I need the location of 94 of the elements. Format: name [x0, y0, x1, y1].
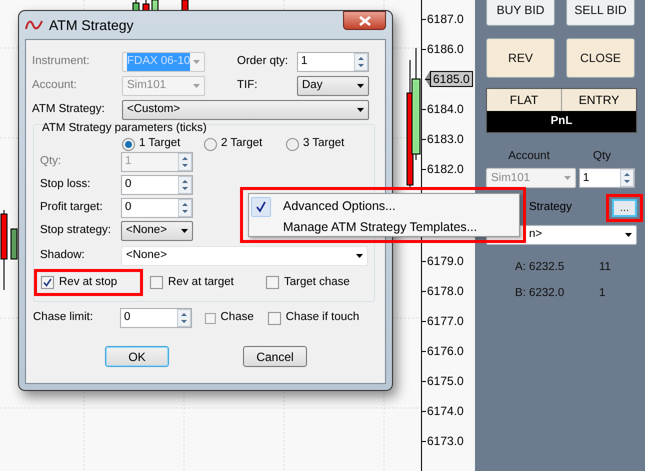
window-title: ATM Strategy	[49, 16, 134, 35]
spin-arrows-icon	[178, 199, 192, 217]
order-button[interactable]: SELL BID	[566, 0, 635, 26]
caret-icon	[193, 84, 200, 88]
price-label: 6179.0	[427, 253, 464, 270]
price-label: 6177.0	[427, 313, 464, 330]
field-label: Chase limit:	[32, 310, 94, 326]
radio-button-icon	[286, 138, 299, 150]
pnl-label: PnL	[487, 111, 636, 132]
checkbox-icon	[150, 276, 164, 290]
order-quantity: 11	[599, 260, 611, 275]
checkbox[interactable]: Rev at stop	[34, 269, 144, 296]
candle	[182, 0, 188, 12]
qty-field[interactable]: 1	[578, 168, 635, 188]
caret-icon	[625, 232, 632, 237]
order-price: B: 6232.0	[515, 286, 566, 301]
caret-icon	[564, 176, 571, 180]
position-label: FLAT	[508, 92, 540, 109]
checkbox-icon	[204, 312, 216, 324]
caret-icon	[193, 60, 200, 64]
field-label: Shadow:	[40, 248, 86, 264]
order-price: A: 6232.5	[515, 260, 566, 275]
price-label: 6178.0	[427, 283, 464, 300]
checkbox-icon	[41, 276, 54, 290]
checkbox-icon	[268, 312, 281, 324]
field-label: Order qty:	[237, 54, 290, 70]
field-label: Profit target:	[40, 200, 104, 216]
price-label: 6187.0	[427, 11, 464, 28]
profit-target-field[interactable]: 0	[121, 198, 193, 218]
price-label: 6186.0	[427, 41, 464, 58]
more-options-button[interactable]: ...	[612, 198, 637, 217]
strategy-label: Strategy	[529, 200, 572, 216]
tif-dropdown[interactable]: Day	[297, 76, 369, 96]
close-icon	[358, 16, 370, 26]
stop-strategy-dropdown[interactable]: <None>	[121, 221, 193, 241]
target-radio[interactable]: 3 Target	[286, 135, 368, 153]
cancel-button[interactable]: Cancel	[243, 346, 307, 367]
radio-button-icon	[204, 138, 217, 150]
target-radio[interactable]: 2 Target	[204, 135, 286, 153]
order-button[interactable]: BUY BID	[486, 0, 555, 26]
checkmark-icon	[256, 200, 266, 212]
caret-icon	[357, 108, 364, 112]
field-label: Instrument:	[32, 54, 91, 70]
candle	[132, 0, 140, 12]
qty-label: Qty	[592, 149, 612, 164]
spin-arrows-icon	[178, 176, 192, 194]
qty-field: 1	[121, 152, 193, 172]
spin-arrows-icon	[620, 169, 634, 188]
field-label: ATM Strategy:	[32, 102, 106, 118]
atm-strategy-dropdown[interactable]: <Custom>	[122, 100, 369, 120]
ok-button[interactable]: OK	[105, 346, 169, 367]
chase-limit-field[interactable]: 0	[120, 308, 192, 328]
radio-button-icon	[122, 138, 135, 150]
close-button[interactable]	[343, 11, 386, 30]
shadow-dropdown[interactable]: <None>	[121, 246, 368, 266]
account-dropdown: Sim101	[486, 168, 576, 188]
current-price-tag: 6185.0	[430, 71, 473, 87]
order-qty-field[interactable]: 1	[297, 52, 369, 72]
spin-arrows-icon	[178, 153, 192, 171]
checkbox[interactable]: Target chase	[258, 269, 368, 296]
order-button[interactable]: REV	[486, 38, 555, 78]
account-dropdown: Sim101	[122, 76, 205, 96]
candle	[10, 228, 18, 260]
price-label: 6182.0	[427, 161, 464, 178]
order-button[interactable]: CLOSE	[566, 38, 635, 78]
stop-loss-field[interactable]: 0	[121, 175, 193, 195]
price-label: 6183.0	[427, 131, 464, 148]
price-label: 6184.0	[427, 101, 464, 118]
strategy-logo-icon	[25, 19, 43, 31]
account-label: Account	[507, 149, 551, 164]
field-label: TIF:	[237, 78, 258, 94]
group-title: ATM Strategy parameters (ticks)	[41, 122, 208, 135]
field-label: Account:	[32, 78, 78, 94]
order-quantity: 1	[599, 286, 606, 301]
checkbox-icon	[266, 276, 279, 290]
caret-icon	[357, 84, 364, 88]
caret-icon	[181, 229, 188, 233]
target-radio[interactable]: 1 Target	[122, 135, 204, 153]
menu-item[interactable]: Advanced Options...	[251, 196, 517, 217]
spin-arrows-icon	[177, 309, 191, 327]
candle	[152, 0, 158, 12]
price-label: 6175.0	[427, 373, 464, 390]
caret-icon	[356, 254, 363, 258]
price-label: 6176.0	[427, 343, 464, 360]
spin-arrows-icon	[354, 53, 368, 71]
checkbox[interactable]: Rev at target	[143, 269, 259, 296]
field-label: Stop strategy:	[40, 223, 112, 238]
field-label: Qty:	[40, 154, 62, 170]
field-label: Stop loss:	[40, 177, 92, 192]
price-pointer-icon	[425, 71, 430, 87]
price-label: 6173.0	[427, 433, 464, 450]
checkbox[interactable]: Chase if touch	[260, 304, 366, 332]
price-label: 6174.0	[427, 403, 464, 420]
checkbox[interactable]: Chase	[198, 304, 261, 332]
